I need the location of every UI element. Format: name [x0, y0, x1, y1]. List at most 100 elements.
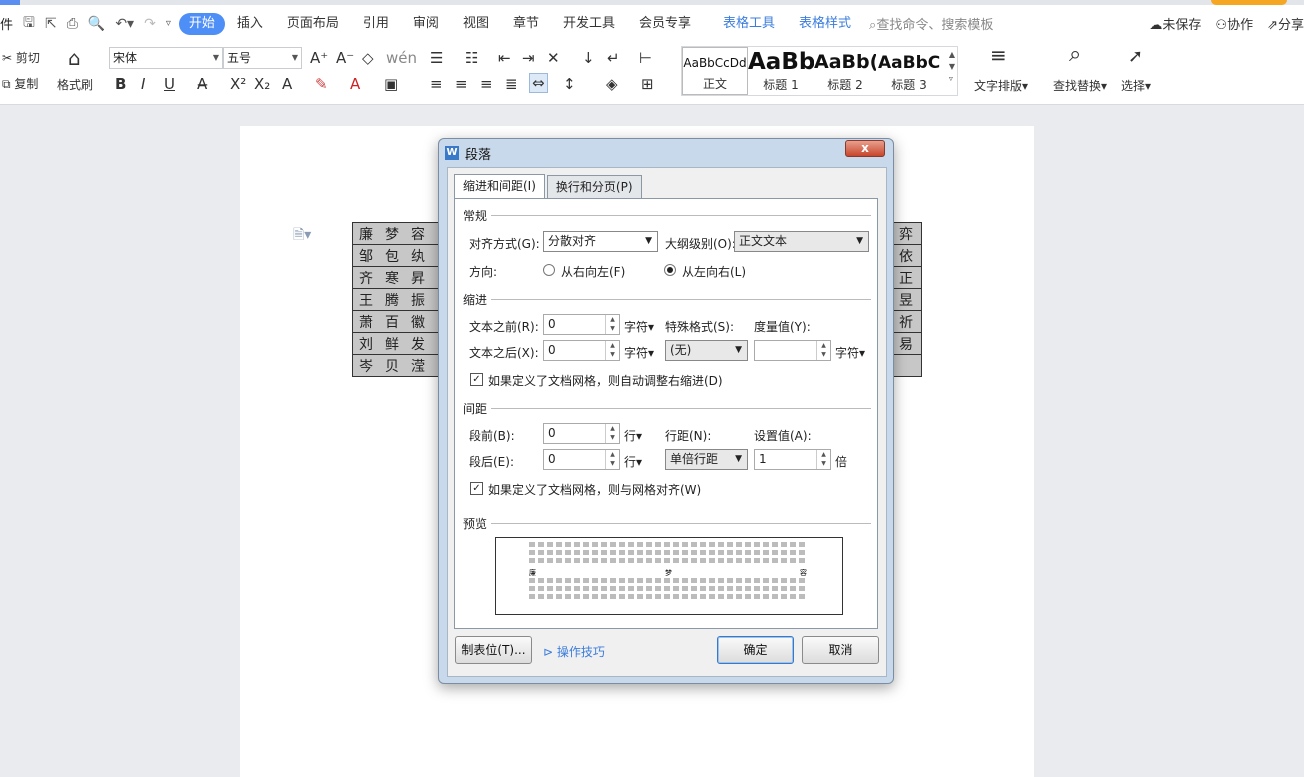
save-icon[interactable]: 🖫: [23, 12, 35, 36]
font-size-select[interactable]: 五号 ▼: [223, 47, 302, 69]
after-paragraph-input[interactable]: 0 ▲ ▼: [543, 449, 620, 470]
tab-line-page-breaks[interactable]: 换行和分页(P): [546, 175, 642, 198]
text-layout-icon[interactable]: ≡: [990, 45, 1007, 65]
highlight-icon[interactable]: ✎: [315, 75, 328, 93]
text-effect-icon[interactable]: A: [282, 75, 292, 93]
bullet-list-icon[interactable]: ☰: [430, 49, 443, 67]
spinner-icon[interactable]: ▲ ▼: [816, 341, 830, 360]
unit-dropdown[interactable]: 字符▾: [835, 344, 865, 361]
before-text-input[interactable]: 0 ▲ ▼: [543, 314, 620, 335]
customize-icon[interactable]: ▿: [166, 18, 171, 29]
tab-view[interactable]: 视图: [451, 13, 501, 35]
spinner-icon[interactable]: ▲ ▼: [816, 450, 830, 469]
copy-button[interactable]: ⧉ 复制: [2, 75, 38, 92]
table-cell[interactable]: 祈: [890, 310, 922, 333]
tab-stops-button[interactable]: 制表位(T)...: [455, 636, 532, 664]
close-button[interactable]: x: [845, 140, 885, 157]
align-right-icon[interactable]: ≡: [480, 75, 493, 93]
style-heading3[interactable]: AaBbC 标题 3: [878, 47, 940, 95]
numbered-list-icon[interactable]: ☷: [465, 49, 478, 67]
unit-dropdown[interactable]: 行▾: [624, 427, 642, 444]
redo-icon[interactable]: ↷: [144, 16, 156, 32]
tab-insert[interactable]: 插入: [225, 13, 275, 35]
unsaved-button[interactable]: ☁未保存: [1149, 14, 1201, 33]
rtl-label[interactable]: 从右向左(F): [561, 263, 625, 280]
table-cell[interactable]: 王腾振: [352, 288, 444, 311]
grid-align-label[interactable]: 如果定义了文档网格，则与网格对齐(W): [488, 481, 701, 498]
unit-dropdown[interactable]: 字符▾: [624, 318, 654, 335]
tab-table-style[interactable]: 表格样式: [787, 13, 863, 35]
auto-indent-label[interactable]: 如果定义了文档网格，则自动调整右缩进(D): [488, 372, 723, 389]
set-value-input[interactable]: 1 ▲ ▼: [754, 449, 831, 470]
table-cell[interactable]: 廉梦容: [352, 222, 444, 245]
export-icon[interactable]: ⇱: [45, 16, 57, 32]
shading-icon[interactable]: ◈: [606, 75, 618, 93]
superscript-icon[interactable]: X²: [230, 75, 246, 93]
spinner-icon[interactable]: ▲ ▼: [605, 341, 619, 360]
table-cell[interactable]: 邹包纨: [352, 244, 444, 267]
justify-icon[interactable]: ≣: [505, 75, 518, 93]
spinner-icon[interactable]: ▲ ▼: [605, 450, 619, 469]
italic-icon[interactable]: I: [141, 75, 145, 93]
show-marks-icon[interactable]: ↵: [607, 49, 620, 67]
grid-align-checkbox[interactable]: ✓: [470, 482, 483, 495]
outline-level-select[interactable]: 正文文本 ▼: [734, 231, 869, 252]
sort-icon[interactable]: ↓: [582, 49, 595, 67]
bold-icon[interactable]: B: [115, 75, 126, 93]
phonetic-icon[interactable]: wén: [386, 49, 417, 67]
table-cell[interactable]: 弈: [890, 222, 922, 245]
borders-icon[interactable]: ⊞: [641, 75, 654, 93]
ltr-label[interactable]: 从左向右(L): [682, 263, 746, 280]
subscript-icon[interactable]: X₂: [254, 75, 270, 93]
format-painter-label[interactable]: 格式刷: [57, 76, 93, 93]
spinner-icon[interactable]: ▲ ▼: [605, 315, 619, 334]
style-normal[interactable]: AaBbCcDd 正文: [682, 47, 748, 95]
unit-dropdown[interactable]: 行▾: [624, 453, 642, 470]
decrease-indent-icon[interactable]: ⇤: [498, 49, 511, 67]
file-menu-fragment[interactable]: 件: [0, 14, 13, 33]
underline-icon[interactable]: U: [164, 75, 175, 93]
font-name-select[interactable]: 宋体 ▼: [109, 47, 223, 69]
table-cell[interactable]: 刘鲜发: [352, 332, 444, 355]
table-cell[interactable]: 齐寒昇: [352, 266, 444, 289]
print-icon[interactable]: ⎙: [67, 16, 78, 32]
table-cell[interactable]: 岑贝滢: [352, 354, 444, 377]
styles-scroll-icon[interactable]: ▲ ▼ ▿: [949, 49, 955, 85]
after-text-input[interactable]: 0 ▲ ▼: [543, 340, 620, 361]
grow-font-icon[interactable]: A⁺: [310, 49, 328, 67]
text-layout-button[interactable]: 文字排版▾: [974, 77, 1028, 94]
tips-link[interactable]: ⊳ 操作技巧: [543, 643, 605, 660]
search-icon[interactable]: ⌕: [1069, 44, 1081, 66]
special-format-select[interactable]: (无) ▼: [665, 340, 748, 361]
font-color-icon[interactable]: A: [350, 75, 360, 93]
tab-table-tools[interactable]: 表格工具: [711, 13, 787, 35]
collab-button[interactable]: ⚇协作: [1215, 14, 1253, 33]
strikethrough-icon[interactable]: A̶: [197, 75, 207, 93]
tab-references[interactable]: 引用: [351, 13, 401, 35]
auto-indent-checkbox[interactable]: ✓: [470, 373, 483, 386]
measure-input[interactable]: ▲ ▼: [754, 340, 831, 361]
rtl-radio[interactable]: [543, 264, 555, 276]
cancel-button[interactable]: 取消: [802, 636, 879, 664]
document-icon[interactable]: 🗎▾: [293, 224, 311, 248]
unit-dropdown[interactable]: 字符▾: [624, 344, 654, 361]
print-preview-icon[interactable]: 🔍: [88, 16, 105, 32]
chinese-layout-icon[interactable]: ✕: [547, 49, 560, 67]
find-replace-button[interactable]: 查找替换▾: [1053, 77, 1107, 94]
table-cell[interactable]: 昱: [890, 288, 922, 311]
char-border-icon[interactable]: ▣: [384, 75, 398, 93]
cut-button[interactable]: ✂ 剪切: [2, 49, 40, 66]
brush-icon[interactable]: ⌂: [68, 46, 81, 70]
command-search[interactable]: ⌕查找命令、搜索模板: [869, 14, 993, 33]
tab-page-layout[interactable]: 页面布局: [275, 13, 351, 35]
tab-indent-spacing[interactable]: 缩进和间距(I): [454, 174, 545, 199]
tab-stop-icon[interactable]: ⊢: [639, 49, 652, 67]
dialog-titlebar[interactable]: W 段落: [445, 143, 491, 163]
tab-review[interactable]: 审阅: [401, 13, 451, 35]
ok-button[interactable]: 确定: [717, 636, 794, 664]
align-left-icon[interactable]: ≡: [430, 75, 443, 93]
shrink-font-icon[interactable]: A⁻: [336, 49, 354, 67]
line-spacing-select[interactable]: 单倍行距 ▼: [665, 449, 748, 470]
tab-member[interactable]: 会员专享: [627, 13, 703, 35]
before-paragraph-input[interactable]: 0 ▲ ▼: [543, 423, 620, 444]
